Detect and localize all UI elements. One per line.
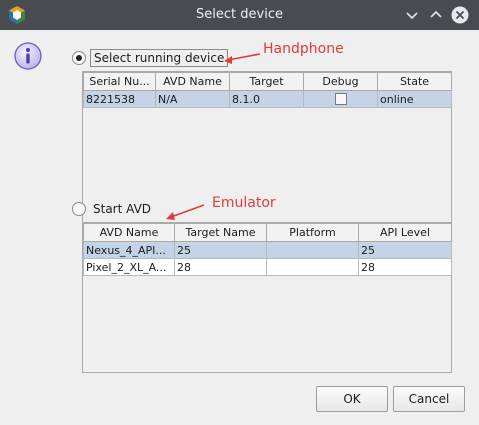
api-level-cell: 28 xyxy=(358,258,452,276)
minimize-icon[interactable] xyxy=(403,6,421,24)
emulator-annotation: Emulator xyxy=(212,195,276,211)
target-name-cell: 28 xyxy=(174,258,267,276)
running-device-label[interactable]: Select running device xyxy=(90,49,229,67)
table-header: AVD Name Target Name Platform API Level xyxy=(83,223,452,242)
start-avd-label[interactable]: Start AVD xyxy=(90,201,154,217)
ok-button[interactable]: OK xyxy=(316,386,388,412)
table-header: Serial Nu... AVD Name Target Debug State xyxy=(83,72,452,91)
column-header[interactable]: API Level xyxy=(358,223,452,242)
table-row[interactable]: Pixel_2_XL_A... 28 28 xyxy=(83,258,452,276)
column-header[interactable]: Target xyxy=(229,72,304,91)
start-avd-radio[interactable] xyxy=(72,202,86,216)
maximize-icon[interactable] xyxy=(427,6,445,24)
target-name-cell: 25 xyxy=(174,241,267,259)
select-device-dialog: Select running device Handphone Serial N… xyxy=(0,30,479,425)
handphone-annotation: Handphone xyxy=(263,41,344,57)
info-icon xyxy=(14,42,42,70)
state-cell: online xyxy=(377,90,452,108)
avd-table: AVD Name Target Name Platform API Level … xyxy=(82,222,452,373)
column-header[interactable]: AVD Name xyxy=(155,72,230,91)
cancel-button[interactable]: Cancel xyxy=(393,386,465,412)
annotation-arrow-icon xyxy=(166,204,205,220)
select-running-device-option[interactable]: Select running device xyxy=(72,49,229,67)
column-header[interactable]: Serial Nu... xyxy=(83,72,156,91)
api-level-cell: 25 xyxy=(358,241,452,259)
serial-cell: 8221538 xyxy=(83,90,156,108)
table-row[interactable]: Nexus_4_API... 25 25 xyxy=(83,241,452,259)
avd-name-cell: N/A xyxy=(155,90,230,108)
title-bar: Select device xyxy=(0,0,479,30)
platform-cell xyxy=(266,241,359,259)
annotation-arrow-icon xyxy=(224,53,261,64)
start-avd-option[interactable]: Start AVD xyxy=(72,200,154,218)
platform-cell xyxy=(266,258,359,276)
column-header[interactable]: Platform xyxy=(266,223,359,242)
column-header[interactable]: Target Name xyxy=(174,223,267,242)
column-header[interactable]: State xyxy=(377,72,452,91)
table-row[interactable]: 8221538 N/A 8.1.0 online xyxy=(83,90,452,108)
avd-name-cell: Pixel_2_XL_A... xyxy=(83,258,175,276)
column-header[interactable]: Debug xyxy=(303,72,378,91)
debug-cell xyxy=(303,90,378,108)
column-header[interactable]: AVD Name xyxy=(83,223,175,242)
target-cell: 8.1.0 xyxy=(229,90,304,108)
avd-name-cell: Nexus_4_API... xyxy=(83,241,175,259)
debug-checkbox[interactable] xyxy=(334,93,347,105)
close-icon[interactable] xyxy=(451,6,469,24)
running-device-radio[interactable] xyxy=(72,51,86,65)
